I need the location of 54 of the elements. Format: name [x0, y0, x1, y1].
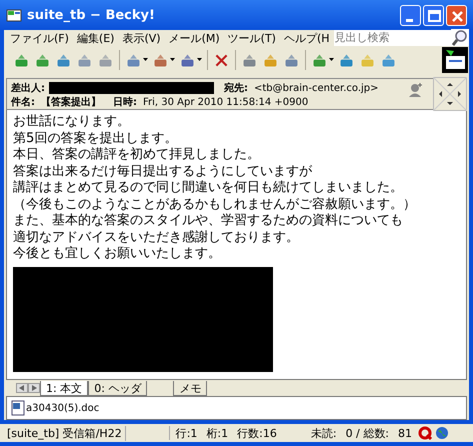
date-label: 日時: [113, 96, 137, 109]
delete-icon [213, 52, 230, 68]
minimize-button[interactable] [400, 4, 421, 26]
date-text: Fri, 30 Apr 2010 11:58:14 +0900 [143, 96, 308, 108]
view-tab[interactable]: 1: 本文 [40, 380, 88, 396]
body-text-line: （今後もこのようなことがあるかもしれませんがご容赦願います。） [13, 196, 417, 213]
menu-item[interactable]: ヘルプ(H [280, 30, 334, 46]
recipient-address: <tb@brain-center.co.jp> [254, 82, 379, 94]
column-indicator: 桁:1 [205, 426, 230, 440]
body-text-line: 講評はまとめて見るので同じ間違いを何日も続けてしまいました。 [13, 180, 404, 196]
from-label: 差出人: [11, 82, 45, 95]
navigation-pad-icon[interactable] [433, 77, 467, 111]
body-text-line: 本日、答案の講評を初めて拝見しました。 [13, 147, 261, 164]
line-count: 行数:16 [236, 426, 278, 440]
minimize-icon [406, 18, 413, 22]
to-label: 宛先: [224, 82, 248, 95]
menu-item[interactable]: 表示(V) [118, 30, 165, 46]
dropdown-caret-icon[interactable] [170, 58, 175, 62]
close-button[interactable] [446, 4, 467, 26]
maximize-button[interactable] [423, 4, 444, 26]
view-tab[interactable]: 0: ヘッダ [88, 380, 148, 396]
body-text-line: また、基本的な答案のスタイルや、学習するための資料についても [13, 213, 404, 230]
body-text-line: 答案は出来るだけ毎日提出するようにしていますが [13, 164, 313, 180]
search-field[interactable]: 見出し検索 [334, 30, 451, 46]
subject-text: 【答案提出】 [41, 95, 101, 109]
mail-notification-icon[interactable] [442, 47, 468, 73]
app-icon [6, 8, 22, 22]
menu-item[interactable]: ツール(T) [224, 30, 280, 46]
globe-icon[interactable] [434, 426, 449, 440]
body-text-line: 適切なアドバイスをいただき感謝しております。 [13, 230, 300, 246]
total-count: 81 [396, 426, 413, 440]
folder-path: [suite_tb] 受信箱/H22 [4, 426, 126, 440]
window-title: suite_tb − Becky! [27, 8, 156, 22]
menu-item[interactable]: 編集(E) [72, 30, 118, 46]
view-tab[interactable]: メモ [173, 380, 208, 396]
tab-scroll-icon[interactable] [16, 383, 40, 393]
q-icon[interactable] [418, 426, 432, 440]
document-icon [11, 400, 25, 416]
dropdown-caret-icon[interactable] [143, 58, 148, 62]
attachment-name: a30430(5).doc [26, 402, 100, 414]
unread-total-text: 0 / 総数: [344, 426, 390, 440]
dropdown-caret-icon[interactable] [329, 58, 334, 62]
attachment-item[interactable]: a30430(5).doc [11, 400, 100, 416]
unread-label: 未読: [310, 426, 338, 440]
dropdown-caret-icon[interactable] [197, 58, 202, 62]
body-text-line: お世話になります。 [13, 114, 131, 130]
add-contact-icon[interactable] [408, 82, 424, 98]
body-text-line: 第5回の答案を提出します。 [13, 130, 178, 147]
line-indicator: 行:1 [174, 426, 198, 440]
menu-item[interactable]: ファイル(F) [6, 30, 73, 46]
search-icon[interactable] [451, 29, 469, 47]
body-text-line: 今後とも宜しくお願いいたします。 [13, 246, 222, 262]
menu-item[interactable]: メール(M) [164, 30, 224, 46]
subject-label: 件名: [11, 96, 35, 109]
